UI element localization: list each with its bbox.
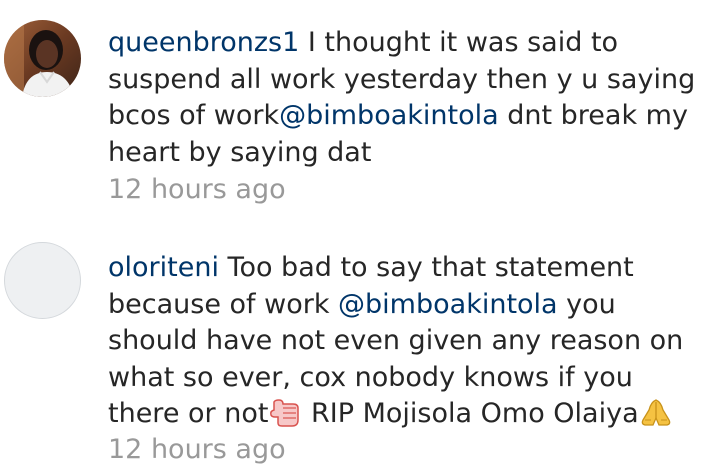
comment-username[interactable]: queenbronzs1 <box>108 27 299 58</box>
comment-timestamp: 12 hours ago <box>108 434 286 465</box>
comment-username[interactable]: oloriteni <box>108 252 219 283</box>
mention-link[interactable]: @bimboakintola <box>338 289 558 320</box>
mention-link[interactable]: @bimboakintola <box>279 100 499 131</box>
avatar[interactable] <box>4 20 81 97</box>
comment-text: RIP Mojisola Omo Olaiya <box>302 398 639 429</box>
comment-timestamp: 12 hours ago <box>108 174 286 205</box>
thumbs-down-hand-emoji-icon <box>270 399 300 427</box>
comment-body: oloriteni Too bad to say that statement … <box>108 250 700 433</box>
avatar[interactable] <box>4 242 81 319</box>
folded-hands-emoji-icon <box>641 399 670 426</box>
profile-photo-icon <box>4 20 81 97</box>
comment-body: queenbronzs1 I thought it was said to su… <box>108 25 700 171</box>
comment-item: queenbronzs1 I thought it was said to su… <box>0 0 707 215</box>
comment-item: oloriteni Too bad to say that statement … <box>0 215 707 475</box>
